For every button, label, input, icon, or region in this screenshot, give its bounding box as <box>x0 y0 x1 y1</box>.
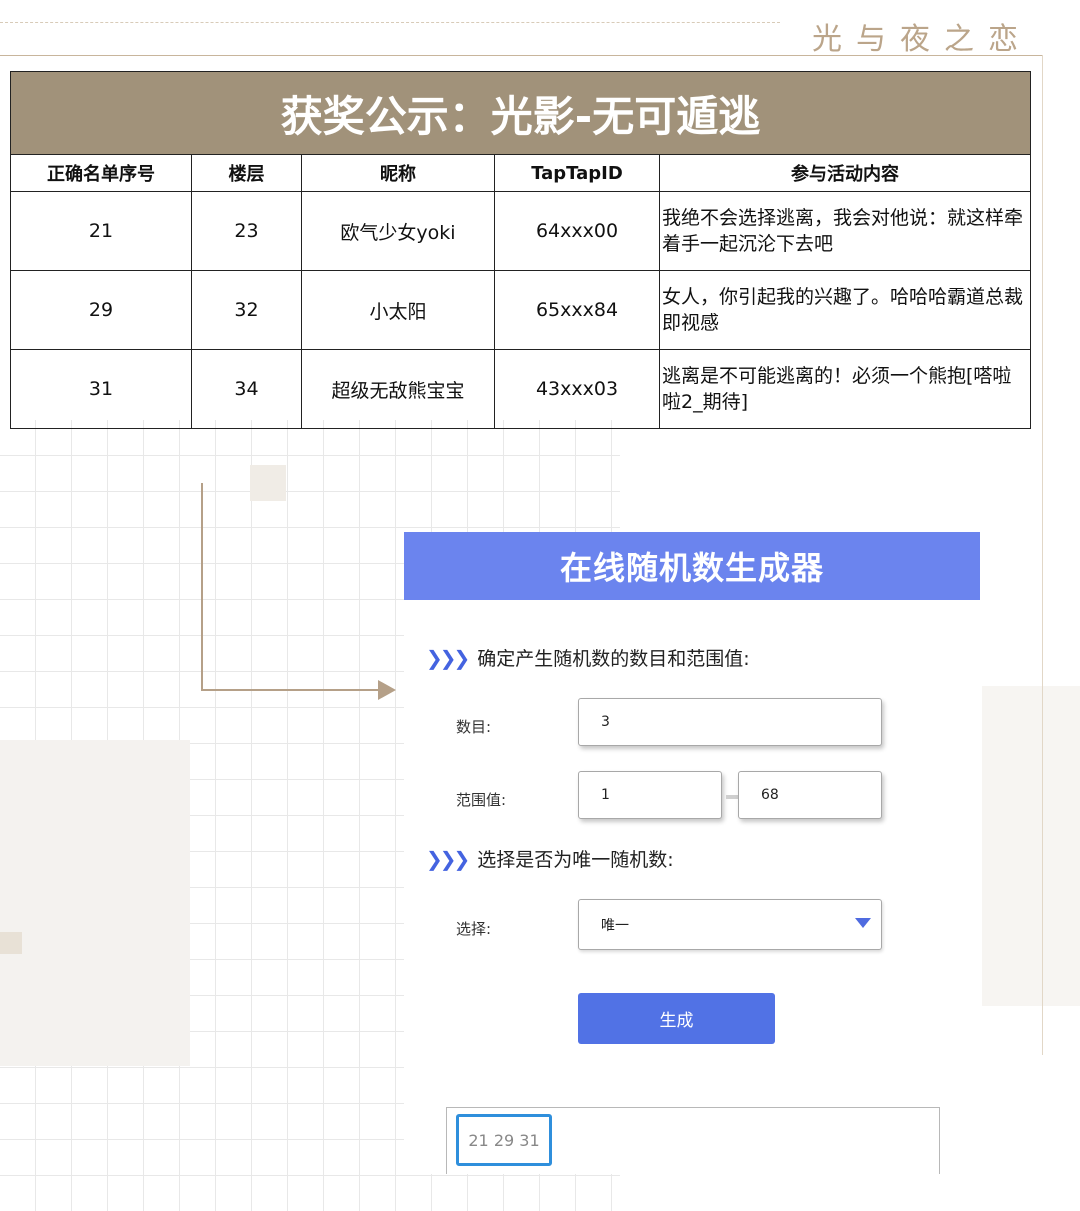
decorative-dashed-line <box>0 22 780 23</box>
decorative-tile <box>0 932 22 954</box>
arrow-line <box>201 483 203 690</box>
cell-index: 21 <box>10 191 192 271</box>
column-header: 正确名单序号 <box>10 154 192 192</box>
cell-content: 女人，你引起我的兴趣了。哈哈哈霸道总裁即视感 <box>658 270 1032 350</box>
range-min-value: 1 <box>601 787 610 803</box>
result-value[interactable]: 21 29 31 <box>456 1114 552 1166</box>
range-min-input[interactable]: 1 <box>578 771 722 819</box>
decorative-frame-line <box>1042 55 1043 1055</box>
range-max-input[interactable]: 68 <box>738 771 882 819</box>
table-header-row: 正确名单序号 楼层 昵称 TapTapID 参与活动内容 <box>10 154 1032 192</box>
triple-chevron-icon: ❯❯❯ <box>426 846 470 871</box>
cell-content: 逃离是不可能逃离的！必须一个熊抱[嗒啦啦2_期待] <box>658 349 1032 429</box>
cell-index: 31 <box>10 349 192 429</box>
cell-floor: 23 <box>191 191 302 271</box>
arrow-head-icon <box>378 680 396 700</box>
cell-index: 29 <box>10 270 192 350</box>
cell-taptap-id: 64xxx00 <box>494 191 660 271</box>
count-label: 数目: <box>456 718 492 736</box>
cell-floor: 34 <box>191 349 302 429</box>
table-row: 31 34 超级无敌熊宝宝 43xxx03 逃离是不可能逃离的！必须一个熊抱[嗒… <box>10 349 1032 429</box>
cell-taptap-id: 65xxx84 <box>494 270 660 350</box>
count-value: 3 <box>601 714 610 730</box>
count-input[interactable]: 3 <box>578 698 882 746</box>
arrow-line <box>201 689 386 691</box>
triple-chevron-icon: ❯❯❯ <box>426 645 470 670</box>
cell-nickname: 欧气少女yoki <box>301 191 495 271</box>
column-header: 楼层 <box>191 154 302 192</box>
section-label: 确定产生随机数的数目和范围值: <box>477 648 750 670</box>
cell-nickname: 小太阳 <box>301 270 495 350</box>
cell-content: 我绝不会选择逃离，我会对他说：就这样牵着手一起沉沦下去吧 <box>658 191 1032 271</box>
cell-nickname: 超级无敌熊宝宝 <box>301 349 495 429</box>
column-header: 昵称 <box>301 154 495 192</box>
section-unique: ❯❯❯ 选择是否为唯一随机数: <box>426 845 674 872</box>
decorative-frame-line <box>0 55 1043 56</box>
range-label: 范围值: <box>456 791 507 809</box>
column-header: TapTapID <box>494 154 660 192</box>
select-label: 选择: <box>456 920 492 938</box>
table-row: 29 32 小太阳 65xxx84 女人，你引起我的兴趣了。哈哈哈霸道总裁即视感 <box>10 270 1032 350</box>
column-header: 参与活动内容 <box>658 154 1032 192</box>
decorative-block <box>0 740 190 1066</box>
table-title: 获奖公示：光影-无可遁逃 <box>9 71 1032 155</box>
cell-taptap-id: 43xxx03 <box>494 349 660 429</box>
unique-select[interactable]: 唯一 <box>578 899 882 950</box>
dropdown-caret-icon <box>855 918 871 928</box>
generate-button[interactable]: 生成 <box>578 993 775 1044</box>
table-title-row: 获奖公示：光影-无可遁逃 <box>9 71 1032 155</box>
cell-floor: 32 <box>191 270 302 350</box>
section-count-range: ❯❯❯ 确定产生随机数的数目和范围值: <box>426 644 750 671</box>
result-box: 21 29 31 <box>446 1107 940 1174</box>
winner-table: 获奖公示：光影-无可遁逃 正确名单序号 楼层 昵称 TapTapID 参与活动内… <box>9 71 1032 429</box>
brand-title: 光与夜之恋 <box>812 22 1032 57</box>
range-max-value: 68 <box>761 787 779 803</box>
random-generator-panel: 在线随机数生成器 ❯❯❯ 确定产生随机数的数目和范围值: 数目: 3 范围值: … <box>404 532 980 1174</box>
decorative-tile <box>250 465 286 501</box>
decorative-block <box>982 686 1080 1006</box>
generator-title: 在线随机数生成器 <box>404 532 980 600</box>
section-label: 选择是否为唯一随机数: <box>477 849 674 871</box>
select-value: 唯一 <box>601 917 629 934</box>
table-row: 21 23 欧气少女yoki 64xxx00 我绝不会选择逃离，我会对他说：就这… <box>10 191 1032 271</box>
